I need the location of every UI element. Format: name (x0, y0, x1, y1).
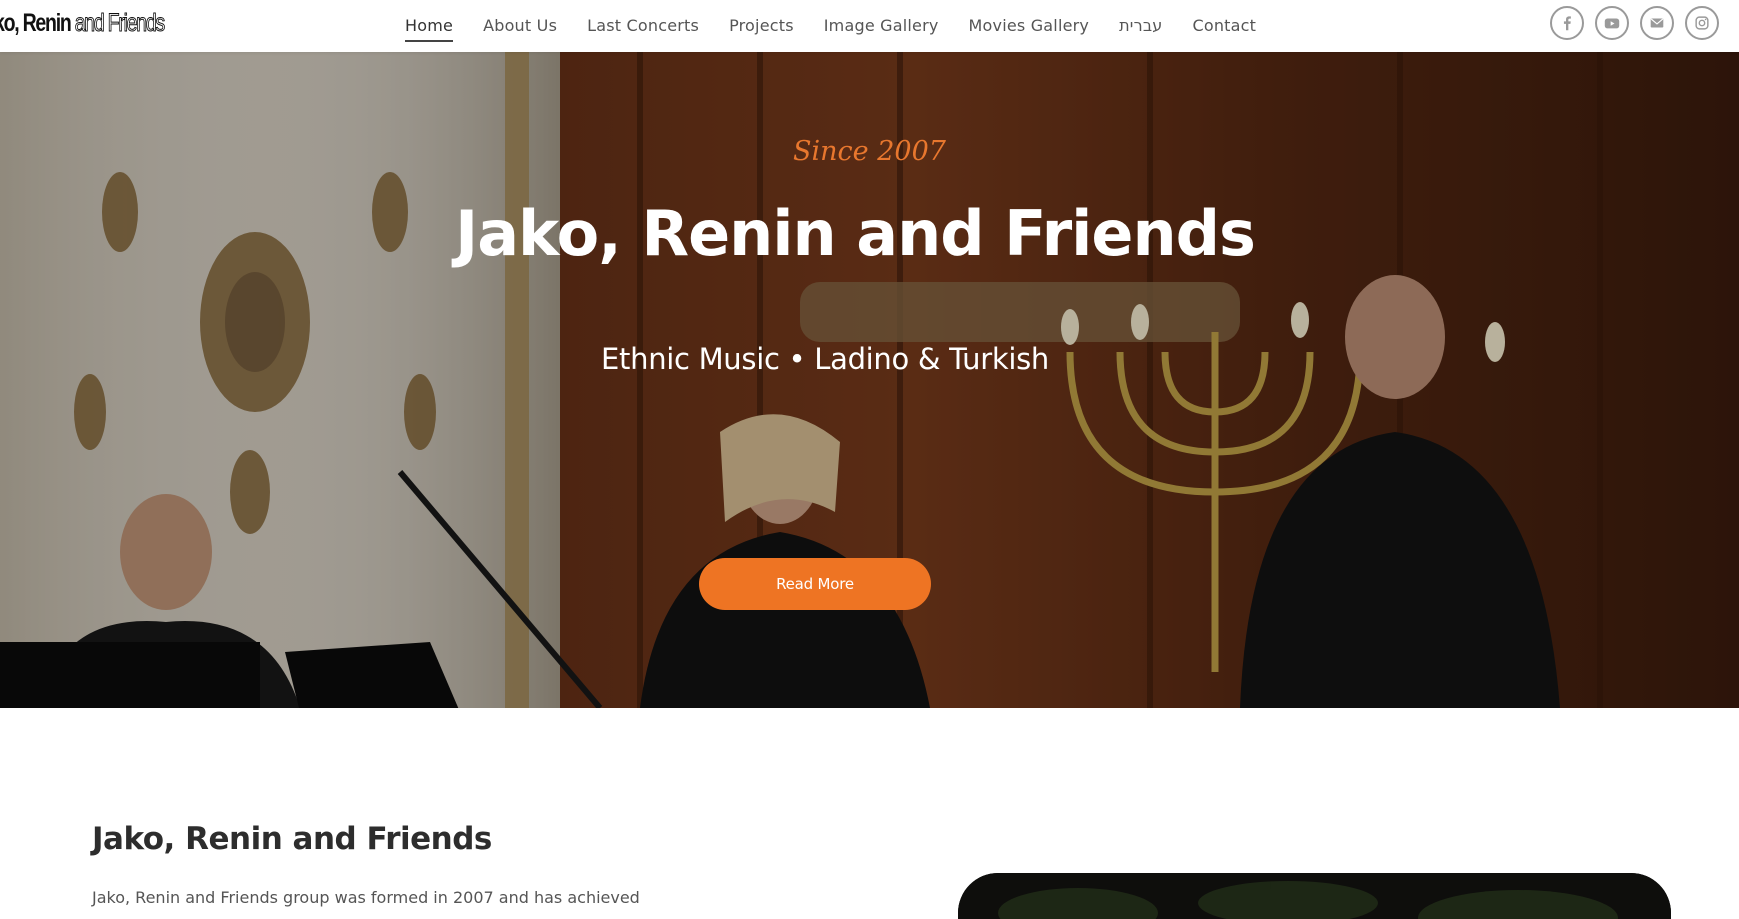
nav-image-gallery[interactable]: Image Gallery (824, 4, 939, 48)
about-photo-foliage (958, 873, 1671, 919)
about-image (958, 873, 1671, 919)
nav-hebrew[interactable]: עברית (1119, 4, 1162, 48)
hero-section: Since 2007 Jako, Renin and Friends Ethni… (0, 52, 1739, 708)
hero-subtitle: Ethnic Music • Ladino & Turkish (601, 342, 1049, 376)
facebook-icon[interactable] (1550, 6, 1584, 40)
logo-text-bold: ko, Renin (0, 9, 75, 37)
instagram-icon[interactable] (1685, 6, 1719, 40)
youtube-icon[interactable] (1595, 6, 1629, 40)
nav-about-us[interactable]: About Us (483, 4, 557, 48)
hero-title: Jako, Renin and Friends (455, 197, 1256, 270)
social-links (1550, 6, 1719, 40)
read-more-button[interactable]: Read More (699, 558, 931, 610)
nav-contact[interactable]: Contact (1192, 4, 1256, 48)
logo-text-light: and Friends (74, 9, 165, 38)
nav-projects[interactable]: Projects (729, 4, 794, 48)
hero-since-label: Since 2007 (793, 136, 946, 167)
about-title: Jako, Renin and Friends (92, 821, 492, 857)
email-icon[interactable] (1640, 6, 1674, 40)
nav-home[interactable]: Home (405, 4, 454, 48)
site-header: ko, Renin and Friends Home About Us Last… (0, 0, 1739, 52)
nav-last-concerts[interactable]: Last Concerts (587, 4, 699, 48)
main-nav: Home About Us Last Concerts Projects Ima… (405, 0, 1286, 52)
about-text: Jako, Renin and Friends group was formed… (92, 888, 640, 907)
nav-movies-gallery[interactable]: Movies Gallery (969, 4, 1090, 48)
site-logo[interactable]: ko, Renin and Friends (0, 6, 166, 40)
